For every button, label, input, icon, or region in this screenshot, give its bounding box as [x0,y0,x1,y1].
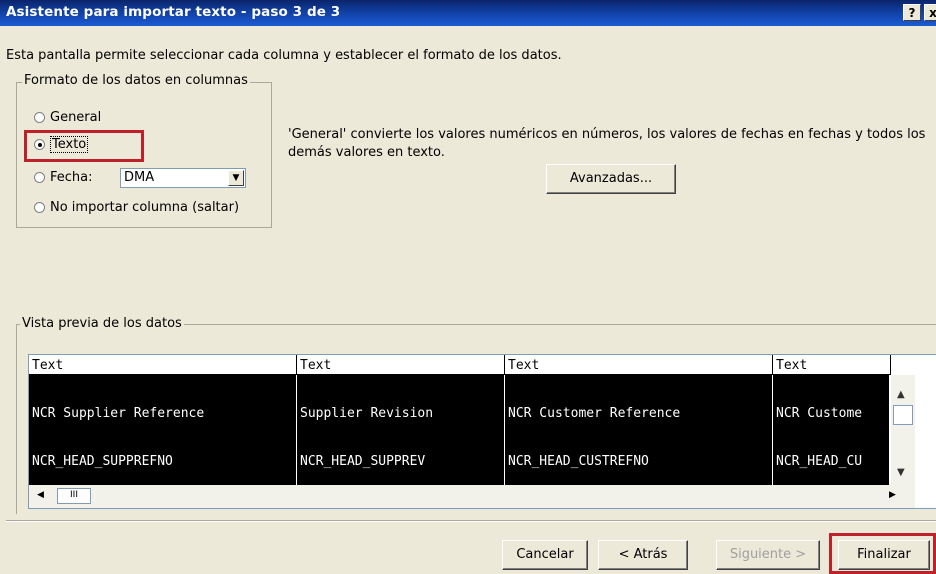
close-button[interactable]: x [924,4,936,21]
column-header[interactable]: Text [297,355,505,375]
vertical-scroll-thumb[interactable] [893,405,913,425]
advanced-button[interactable]: Avanzadas... [546,164,676,194]
table-cell: NCR_HEAD_SUPPREV [300,454,426,469]
radio-date[interactable]: Fecha: [34,170,93,185]
data-preview-grid[interactable]: Text Text Text Text NCR Supplier Referen… [28,354,936,509]
horizontal-scroll-thumb[interactable]: III [57,488,91,504]
data-preview-legend: Vista previa de los datos [20,316,184,331]
window-title: Asistente para importar texto - paso 3 d… [6,4,341,20]
title-bar[interactable]: Asistente para importar texto - paso 3 d… [0,0,936,26]
table-cell: NCR_HEAD_SUPPREFNO [32,454,173,469]
column-header-label: Text [300,358,332,373]
horizontal-scrollbar[interactable]: ◀ III ▶ [29,485,915,508]
scroll-right-icon[interactable]: ▶ [889,490,896,500]
radio-skip-column-indicator[interactable] [34,202,45,213]
preview-column[interactable]: NCR Custome NCR_HEAD_CU [773,375,891,485]
scroll-down-icon[interactable]: ▼ [897,467,905,478]
preview-column[interactable]: Supplier Revision NCR_HEAD_SUPPREV 1 [297,375,505,485]
radio-date-label: Fecha: [50,170,93,185]
column-header-label: Text [776,358,808,373]
help-button[interactable]: ? [903,4,921,21]
radio-general-indicator[interactable] [34,112,45,123]
radio-date-indicator[interactable] [34,172,45,183]
table-cell: NCR Custome [776,406,863,421]
column-header[interactable]: Text [773,355,891,375]
column-format-legend: Formato de los datos en columnas [22,73,250,88]
back-button[interactable]: < Atrás [598,540,688,570]
table-cell: NCR Customer Reference [508,406,681,421]
radio-general[interactable]: General [34,110,101,125]
table-cell: NCR_HEAD_CU [776,454,863,469]
column-header[interactable]: Text [505,355,773,375]
radio-skip-column[interactable]: No importar columna (saltar) [34,200,239,215]
format-info-text: 'General' convierte los valores numérico… [288,127,926,160]
table-cell: NCR_HEAD_CUSTREFNO [508,454,649,469]
column-header-label: Text [508,358,540,373]
radio-skip-column-label: No importar columna (saltar) [50,200,240,215]
scroll-left-icon[interactable]: ◀ [37,490,44,500]
radio-general-label: General [50,110,102,125]
column-header[interactable]: Text [29,355,297,375]
preview-column[interactable]: NCR Supplier Reference NCR_HEAD_SUPPREFN… [29,375,297,485]
footer-divider [6,520,936,522]
vertical-scrollbar[interactable]: ▲ ▼ [891,375,915,485]
text-option-highlight [24,130,144,162]
finish-button-highlight [829,533,936,574]
date-format-value: DMA [124,170,155,185]
step-description: Esta pantalla permite seleccionar cada c… [6,48,562,63]
date-format-select[interactable]: DMA ▼ [120,168,246,188]
cancel-button[interactable]: Cancelar [502,540,588,570]
column-header-label: Text [32,358,64,373]
table-cell: NCR Supplier Reference [32,406,205,421]
scroll-up-icon[interactable]: ▲ [897,389,905,400]
table-cell: Supplier Revision [300,406,434,421]
preview-column[interactable]: NCR Customer Reference NCR_HEAD_CUSTREFN… [505,375,773,485]
import-text-wizard-dialog: Asistente para importar texto - paso 3 d… [0,0,936,574]
chevron-down-icon[interactable]: ▼ [228,170,244,186]
next-button[interactable]: Siguiente > [716,540,820,570]
